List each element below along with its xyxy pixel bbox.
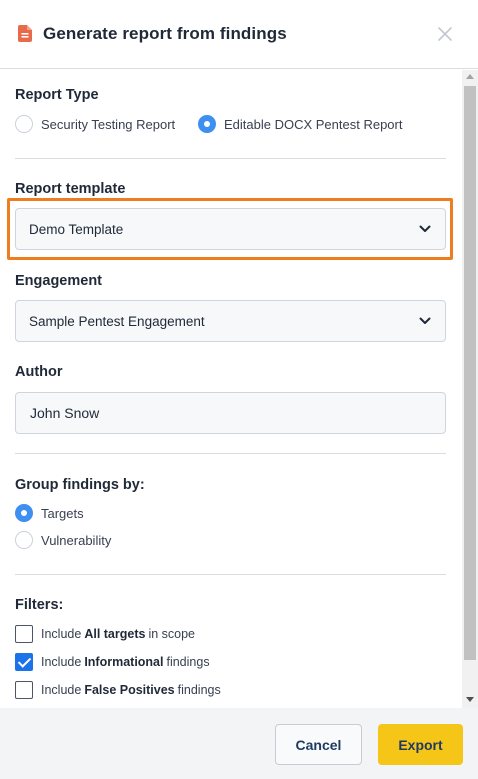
modal-body: Report Type Security Testing Report Edit… — [0, 70, 462, 708]
filter-bold: All targets — [84, 627, 146, 641]
radio-group-targets[interactable]: Targets — [15, 504, 84, 522]
radio-button[interactable] — [15, 115, 33, 133]
author-label: Author — [15, 364, 63, 380]
radio-security-testing-report[interactable]: Security Testing Report — [15, 115, 175, 133]
radio-button-selected[interactable] — [198, 115, 216, 133]
select-value: Demo Template — [29, 221, 124, 237]
filter-suffix: in scope — [148, 627, 196, 641]
radio-group-vulnerability[interactable]: Vulnerability — [15, 531, 111, 549]
document-icon — [18, 25, 32, 42]
filter-suffix: findings — [177, 683, 221, 697]
select-value: Sample Pentest Engagement — [29, 313, 205, 329]
radio-label: Targets — [41, 505, 84, 521]
modal-footer: Cancel Export — [0, 708, 478, 779]
radio-button[interactable] — [15, 531, 33, 549]
report-template-select[interactable]: Demo Template — [15, 208, 446, 250]
filter-informational[interactable]: Include Informational findings — [15, 653, 210, 671]
report-template-label: Report template — [15, 181, 126, 197]
radio-editable-docx-report[interactable]: Editable DOCX Pentest Report — [198, 115, 402, 133]
scrollbar-thumb[interactable] — [464, 86, 476, 660]
checkbox[interactable] — [15, 681, 33, 699]
chevron-down-icon — [419, 317, 431, 324]
modal-title: Generate report from findings — [43, 24, 287, 43]
filter-bold: Informational — [84, 655, 164, 669]
report-type-label: Report Type — [15, 87, 99, 103]
divider — [15, 158, 446, 159]
export-button[interactable]: Export — [378, 724, 463, 765]
radio-button-selected[interactable] — [15, 504, 33, 522]
filter-bold: False Positives — [84, 683, 175, 697]
author-input[interactable]: John Snow — [15, 392, 446, 434]
cancel-button[interactable]: Cancel — [275, 724, 362, 765]
radio-label: Vulnerability — [41, 532, 112, 548]
radio-label: Security Testing Report — [41, 116, 176, 132]
checkbox-checked[interactable] — [15, 653, 33, 671]
filter-prefix: Include — [41, 627, 82, 641]
engagement-label: Engagement — [15, 273, 103, 289]
chevron-down-icon — [419, 225, 431, 232]
scroll-down-icon[interactable] — [466, 697, 474, 702]
filter-prefix: Include — [41, 655, 82, 669]
filter-false-positives[interactable]: Include False Positives findings — [15, 681, 221, 699]
generate-report-modal: Generate report from findings Report Typ… — [0, 0, 478, 779]
divider — [15, 574, 446, 575]
scroll-up-icon[interactable] — [466, 74, 474, 79]
filter-prefix: Include — [41, 683, 82, 697]
checkbox[interactable] — [15, 625, 33, 643]
filters-label: Filters: — [15, 597, 64, 613]
group-findings-label: Group findings by: — [15, 477, 145, 493]
engagement-select[interactable]: Sample Pentest Engagement — [15, 300, 446, 342]
scrollbar[interactable] — [462, 70, 478, 708]
modal-header: Generate report from findings — [0, 0, 478, 69]
divider — [15, 453, 446, 454]
close-icon[interactable] — [436, 25, 454, 43]
filter-all-targets[interactable]: Include All targets in scope — [15, 625, 195, 643]
radio-label: Editable DOCX Pentest Report — [224, 116, 403, 132]
filter-suffix: findings — [166, 655, 210, 669]
input-value: John Snow — [30, 405, 100, 421]
